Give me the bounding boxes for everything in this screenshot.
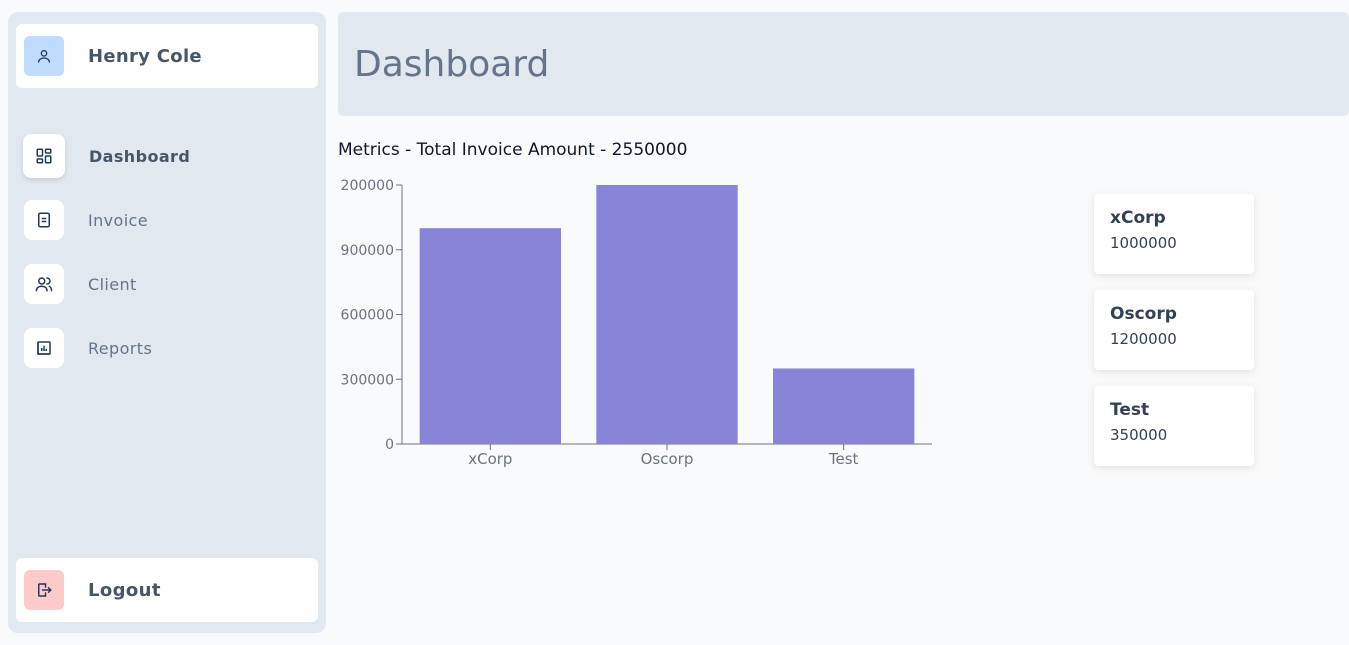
metric-card: xCorp 1000000	[1094, 194, 1254, 274]
y-tick-label: 300000	[341, 372, 394, 388]
metric-card-name: Oscorp	[1110, 304, 1177, 324]
reports-icon	[24, 328, 64, 368]
x-tick-label: xCorp	[468, 450, 512, 468]
metric-cards: xCorp 1000000 Oscorp 1200000 Test 350000	[1094, 194, 1274, 480]
y-tick-label: 900000	[341, 243, 394, 259]
invoice-icon	[24, 200, 64, 240]
page-header: Dashboard	[338, 12, 1349, 116]
sidebar-item-client[interactable]: Client	[24, 262, 318, 306]
logout-label: Logout	[88, 579, 161, 601]
page-title: Dashboard	[354, 43, 550, 85]
bar	[773, 368, 915, 444]
metric-card: Test 350000	[1094, 386, 1254, 466]
user-icon	[24, 36, 64, 76]
x-tick-label: Test	[828, 450, 859, 468]
metrics-title: Metrics - Total Invoice Amount - 2550000	[338, 140, 688, 160]
metric-card-value: 1000000	[1110, 234, 1177, 252]
bar	[596, 185, 738, 444]
sidebar-item-label: Invoice	[88, 210, 149, 230]
sidebar-item-label: Client	[88, 274, 137, 294]
metric-card-value: 1200000	[1110, 330, 1177, 348]
sidebar-item-label: Reports	[88, 338, 153, 358]
bar-chart: 0 300000 600000 900000 200000 xCorp Oscorp Test	[341, 178, 932, 468]
sidebar-item-dashboard[interactable]: Dashboard	[23, 134, 318, 178]
dashboard-icon	[23, 134, 65, 178]
logout-icon	[24, 570, 64, 610]
metric-card-name: Test	[1110, 400, 1150, 420]
user-profile[interactable]: Henry Cole	[16, 24, 318, 88]
sidebar-item-label: Dashboard	[89, 146, 191, 166]
sidebar-item-reports[interactable]: Reports	[24, 326, 318, 370]
users-icon	[24, 264, 64, 304]
metric-card-name: xCorp	[1110, 208, 1166, 228]
logout-button[interactable]: Logout	[16, 558, 318, 622]
metric-card: Oscorp 1200000	[1094, 290, 1254, 370]
metric-card-value: 350000	[1110, 426, 1168, 444]
sidebar: Henry Cole Dashboard Invoice Client Repo…	[8, 12, 326, 633]
x-tick-label: Oscorp	[641, 450, 694, 468]
bar	[419, 228, 561, 444]
sidebar-item-invoice[interactable]: Invoice	[24, 198, 318, 242]
y-tick-label: 200000	[341, 178, 394, 194]
user-name: Henry Cole	[88, 45, 202, 67]
y-tick-label: 600000	[341, 308, 394, 324]
y-tick-label: 0	[385, 437, 394, 453]
